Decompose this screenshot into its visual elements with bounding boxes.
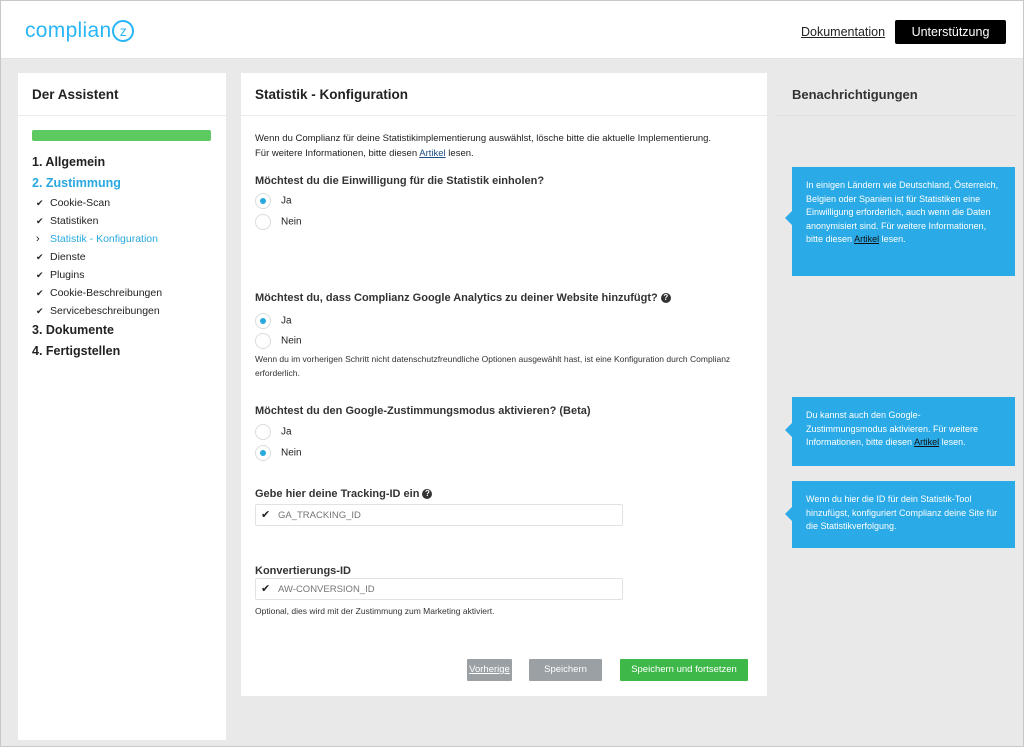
notice-tracking-id: Wenn du hier die ID für dein Statistik-T… <box>785 481 1015 548</box>
step-finish[interactable]: 4. Fertigstellen <box>32 341 222 362</box>
intro-text: Wenn du Complianz für deine Statistikimp… <box>255 133 712 159</box>
substep-statistics[interactable]: ✔ Statistiken <box>32 212 222 230</box>
radio-empty-icon <box>255 214 271 230</box>
help-icon[interactable]: ? <box>422 489 433 499</box>
radio-selected-icon <box>255 313 271 329</box>
divider <box>776 115 1016 116</box>
q2-note: Wenn du im vorherigen Schritt nicht date… <box>255 354 731 378</box>
radio-q2-yes[interactable]: Ja <box>255 313 292 329</box>
divider <box>18 115 226 116</box>
step-general[interactable]: 1. Allgemein <box>32 152 222 173</box>
radio-empty-icon <box>255 424 271 440</box>
logo-z-icon: z <box>112 20 135 42</box>
conversion-id-input[interactable] <box>276 581 610 598</box>
substep-services[interactable]: ✔ Dienste <box>32 248 222 266</box>
notice-statistics-consent: In einigen Ländern wie Deutschland, Öste… <box>785 167 1015 276</box>
save-button[interactable]: Speichern <box>529 659 602 681</box>
wizard-nav: 1. Allgemein 2. Zustimmung ✔ Cookie-Scan … <box>32 152 222 362</box>
notifications-title: Benachrichtigungen <box>792 87 918 102</box>
chevron-right-icon: › <box>36 233 40 245</box>
save-and-continue-button[interactable]: Speichern und fortsetzen <box>620 659 748 681</box>
radio-empty-icon <box>255 333 271 349</box>
wizard-sidebar: Der Assistent 1. Allgemein 2. Zustimmung… <box>18 73 226 740</box>
complianz-logo[interactable]: complian z <box>25 19 135 43</box>
intro-article-link[interactable]: Artikel <box>419 148 445 159</box>
documentation-link[interactable]: Dokumentation <box>801 25 885 39</box>
tracking-id-field[interactable]: ✔ <box>255 504 623 526</box>
sidebar-title: Der Assistent <box>32 87 119 102</box>
top-bar: complian z Dokumentation Unterstützung <box>1 1 1023 59</box>
radio-q3-no[interactable]: Nein <box>255 445 302 461</box>
conversion-id-field[interactable]: ✔ <box>255 578 623 600</box>
check-icon: ✔ <box>36 252 44 262</box>
support-button[interactable]: Unterstützung <box>895 20 1006 44</box>
substep-cookie-scan[interactable]: ✔ Cookie-Scan <box>32 194 222 212</box>
check-icon: ✔ <box>261 509 271 521</box>
question-google-consent-mode: Möchtest du den Google-Zustimmungsmodus … <box>255 405 591 417</box>
tracking-id-input[interactable] <box>276 507 610 524</box>
conversion-note: Optional, dies wird mit der Zustimmung z… <box>255 606 495 616</box>
radio-q1-yes[interactable]: Ja <box>255 193 292 209</box>
step-documents[interactable]: 3. Dokumente <box>32 320 222 341</box>
radio-selected-icon <box>255 445 271 461</box>
question-add-google-analytics: Möchtest du, dass Complianz Google Analy… <box>255 292 671 304</box>
conversion-id-label: Konvertierungs-ID <box>255 565 351 577</box>
check-icon: ✔ <box>36 198 44 208</box>
check-icon: ✔ <box>261 583 271 595</box>
help-icon[interactable]: ? <box>660 293 671 303</box>
substep-service-descriptions[interactable]: ✔ Servicebeschreibungen <box>32 302 222 320</box>
check-icon: ✔ <box>36 216 44 226</box>
check-icon: ✔ <box>36 306 44 316</box>
divider <box>241 115 767 116</box>
notice-article-link[interactable]: Artikel <box>854 234 879 244</box>
substep-statistics-configuration[interactable]: › Statistik - Konfiguration <box>32 230 222 248</box>
radio-q1-no[interactable]: Nein <box>255 214 302 230</box>
substep-plugins[interactable]: ✔ Plugins <box>32 266 222 284</box>
step-consent[interactable]: 2. Zustimmung <box>32 173 222 194</box>
notice-consent-mode: Du kannst auch den Google-Zustimmungsmod… <box>785 397 1015 466</box>
radio-q2-no[interactable]: Nein <box>255 333 302 349</box>
question-statistics-consent: Möchtest du die Einwilligung für die Sta… <box>255 175 545 187</box>
page-title: Statistik - Konfiguration <box>255 87 408 102</box>
check-icon: ✔ <box>36 270 44 280</box>
radio-q3-yes[interactable]: Ja <box>255 424 292 440</box>
check-icon: ✔ <box>36 288 44 298</box>
previous-button[interactable]: Vorherige <box>467 659 512 681</box>
main-panel: Statistik - Konfiguration Wenn du Compli… <box>241 73 767 696</box>
radio-selected-icon <box>255 193 271 209</box>
notice-article-link[interactable]: Artikel <box>914 437 939 447</box>
tracking-id-label: Gebe hier deine Tracking-ID ein? <box>255 488 433 500</box>
substep-cookie-descriptions[interactable]: ✔ Cookie-Beschreibungen <box>32 284 222 302</box>
wizard-progress-bar <box>32 130 211 141</box>
